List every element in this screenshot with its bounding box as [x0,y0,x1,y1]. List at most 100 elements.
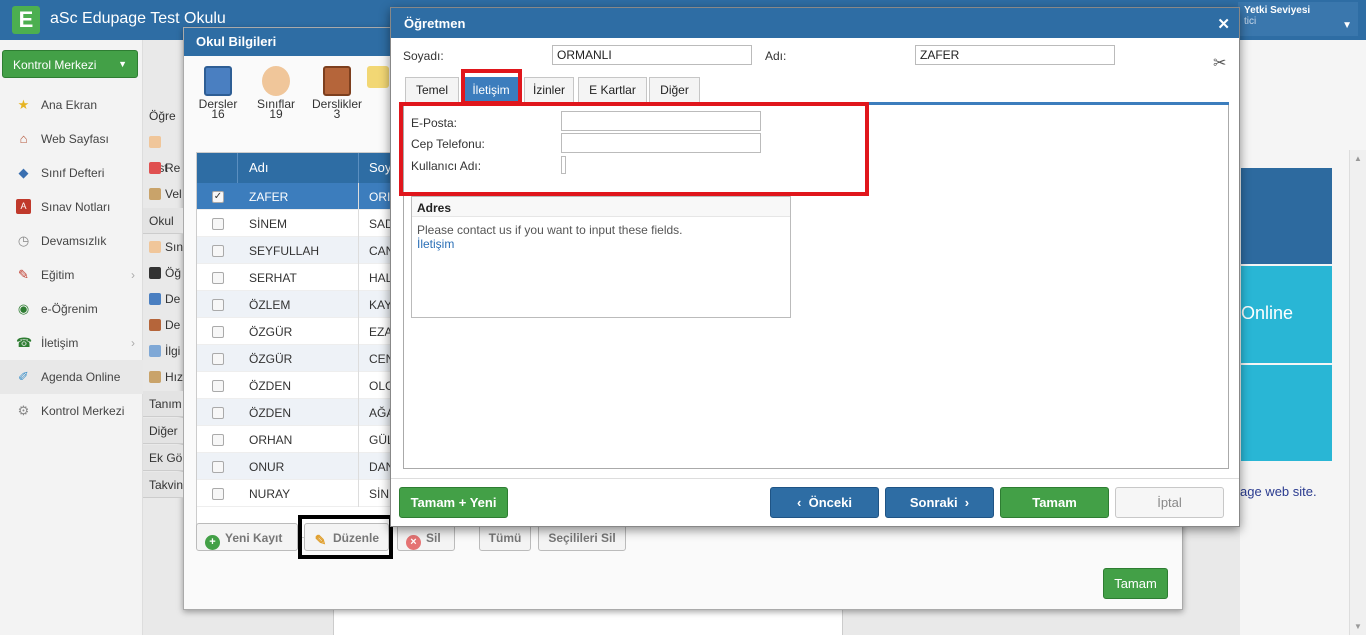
okul-nav-item[interactable]: Re [143,155,183,181]
table-row[interactable]: SERHAT HAL [197,264,390,291]
sidebar-item-e-ogrenim[interactable]: ◉ e-Öğrenim [0,292,143,326]
sidebar-item-web-sayfasi[interactable]: ⌂ Web Sayfası [0,122,143,156]
scroll-up-icon[interactable]: ▲ [1354,154,1362,163]
table-row[interactable]: NURAY SİN [197,480,390,507]
delete-button[interactable]: × Sil [397,523,455,551]
row-checkbox[interactable] [212,461,224,473]
select-all-button[interactable]: Tümü [479,523,531,551]
stat-teachers[interactable] [366,66,390,91]
sidebar-item-egitim[interactable]: ✎ Eğitim › [0,258,143,292]
tab-temel[interactable]: Temel [405,77,459,102]
permission-level-select[interactable]: Yetki Seviyesi tici ▼ [1238,2,1358,36]
ok-new-button[interactable]: Tamam + Yeni [399,487,508,518]
table-row[interactable]: ÖZDEN OLC [197,372,390,399]
row-checkbox[interactable] [212,299,224,311]
okul-ok-button[interactable]: Tamam [1103,568,1168,599]
column-surname[interactable]: Soy [369,160,390,175]
previous-button[interactable]: ‹ Önceki [770,487,879,518]
delete-selected-label: Seçilileri Sil [548,531,616,545]
previous-label: Önceki [808,495,852,510]
okul-nav-header[interactable]: Ek Gö [143,445,183,471]
okul-nav-item[interactable]: De [143,286,183,312]
okul-nav-header[interactable]: Takvin [143,472,183,498]
row-checkbox[interactable] [212,407,224,419]
dialog-footer: Tamam + Yeni ‹ Önceki Sonraki › Tamam İp… [391,478,1239,526]
new-record-button[interactable]: + Yeni Kayıt [196,523,298,551]
cell-surname: HAL [369,271,391,285]
sidebar-item-label: e-Öğrenim [41,302,98,316]
cell-name: ÖZDEN [249,379,291,393]
close-icon[interactable]: ✕ [1217,15,1230,33]
background-panel [333,608,843,635]
tab-e-kartlar[interactable]: E Kartlar [578,77,647,102]
new-record-label: Yeni Kayıt [225,531,283,545]
delete-selected-button[interactable]: Seçilileri Sil [538,523,626,551]
sidebar-item-iletisim[interactable]: ☎ İletişim › [0,326,143,360]
delete-label: Sil [426,531,441,545]
okul-nav-item[interactable]: Öğre [143,103,183,129]
table-row[interactable]: ORHAN GÜL [197,426,390,453]
sidebar-item-ana-ekran[interactable]: ★ Ana Ekran [0,88,143,122]
next-button[interactable]: Sonraki › [885,487,994,518]
row-checkbox[interactable] [212,353,224,365]
scroll-down-icon[interactable]: ▼ [1354,622,1362,631]
row-checkbox[interactable] [212,272,224,284]
name-input[interactable] [915,45,1115,65]
sidebar-item-agenda-online[interactable]: ✐ Agenda Online [0,360,143,394]
okul-nav-item[interactable]: İlgi [143,338,183,364]
row-checkbox[interactable] [212,245,224,257]
books-icon [204,66,232,96]
okul-nav-header: Okul [143,208,183,234]
sidebar-item-devamsizlik[interactable]: ◷ Devamsızlık [0,224,143,258]
okul-nav-item[interactable]: Sın [143,234,183,260]
stat-siniflar[interactable]: Sınıflar 19 [246,66,306,120]
dashboard-tile[interactable] [1241,168,1332,264]
okul-nav-item[interactable]: List [143,129,183,175]
sidebar-item-label: İletişim [41,336,79,350]
okul-nav-item[interactable]: Hız [143,364,183,390]
table-row[interactable]: ONUR DAN [197,453,390,480]
graduation-cap-icon [149,267,161,279]
close-icon: × [406,535,421,550]
dashboard-tile[interactable] [1241,365,1332,461]
gear-icon: ⚙ [17,403,30,418]
okul-nav-item[interactable]: De [143,312,183,338]
control-center-button[interactable]: Kontrol Merkezi ▼ [2,50,138,78]
row-checkbox[interactable] [212,380,224,392]
cell-surname: OLC [369,379,390,393]
tools-icon[interactable]: ✂ [1213,53,1226,73]
row-checkbox[interactable] [212,488,224,500]
okul-nav-item[interactable]: Vel [143,181,183,207]
sidebar-item-sinav-notlari[interactable]: A Sınav Notları [0,190,143,224]
page-scrollbar[interactable]: ▲ ▼ [1349,150,1366,635]
table-row[interactable]: ÖZDEN AĞA [197,399,390,426]
door-icon [323,66,351,96]
row-checkbox[interactable] [212,434,224,446]
table-row[interactable]: ÖZLEM KAY [197,291,390,318]
dashboard-tile-online[interactable]: Online [1241,266,1332,363]
tab-izinler[interactable]: İzinler [524,77,574,102]
row-checkbox[interactable] [212,218,224,230]
table-row[interactable]: SEYFULLAH CAN [197,237,390,264]
sidebar-item-kontrol-merkezi[interactable]: ⚙ Kontrol Merkezi [0,394,143,428]
table-row[interactable]: ✓ ZAFER ORI [197,183,390,210]
okul-nav-header[interactable]: Diğer [143,418,183,444]
row-checkbox[interactable] [212,326,224,338]
cell-name: ÖZLEM [249,298,291,312]
cancel-button[interactable]: İptal [1115,487,1224,518]
ok-button[interactable]: Tamam [1000,487,1109,518]
column-name[interactable]: Adı [249,160,269,175]
okul-nav-item[interactable]: Öğ [143,260,183,286]
table-row[interactable]: ÖZGÜR CEN [197,345,390,372]
stat-dersler[interactable]: Dersler 16 [188,66,248,120]
okul-nav-header[interactable]: Tanım [143,391,183,417]
app-logo[interactable]: E [12,6,40,34]
table-row[interactable]: SİNEM SAD [197,210,390,237]
contact-link[interactable]: İletişim [417,237,454,251]
tab-diger[interactable]: Diğer [649,77,700,102]
surname-input[interactable] [552,45,752,65]
sidebar-item-sinif-defteri[interactable]: ◆ Sınıf Defteri [0,156,143,190]
table-row[interactable]: ÖZGÜR EZA [197,318,390,345]
row-checkbox[interactable]: ✓ [212,191,224,203]
stat-derslikler[interactable]: Derslikler 3 [307,66,367,120]
